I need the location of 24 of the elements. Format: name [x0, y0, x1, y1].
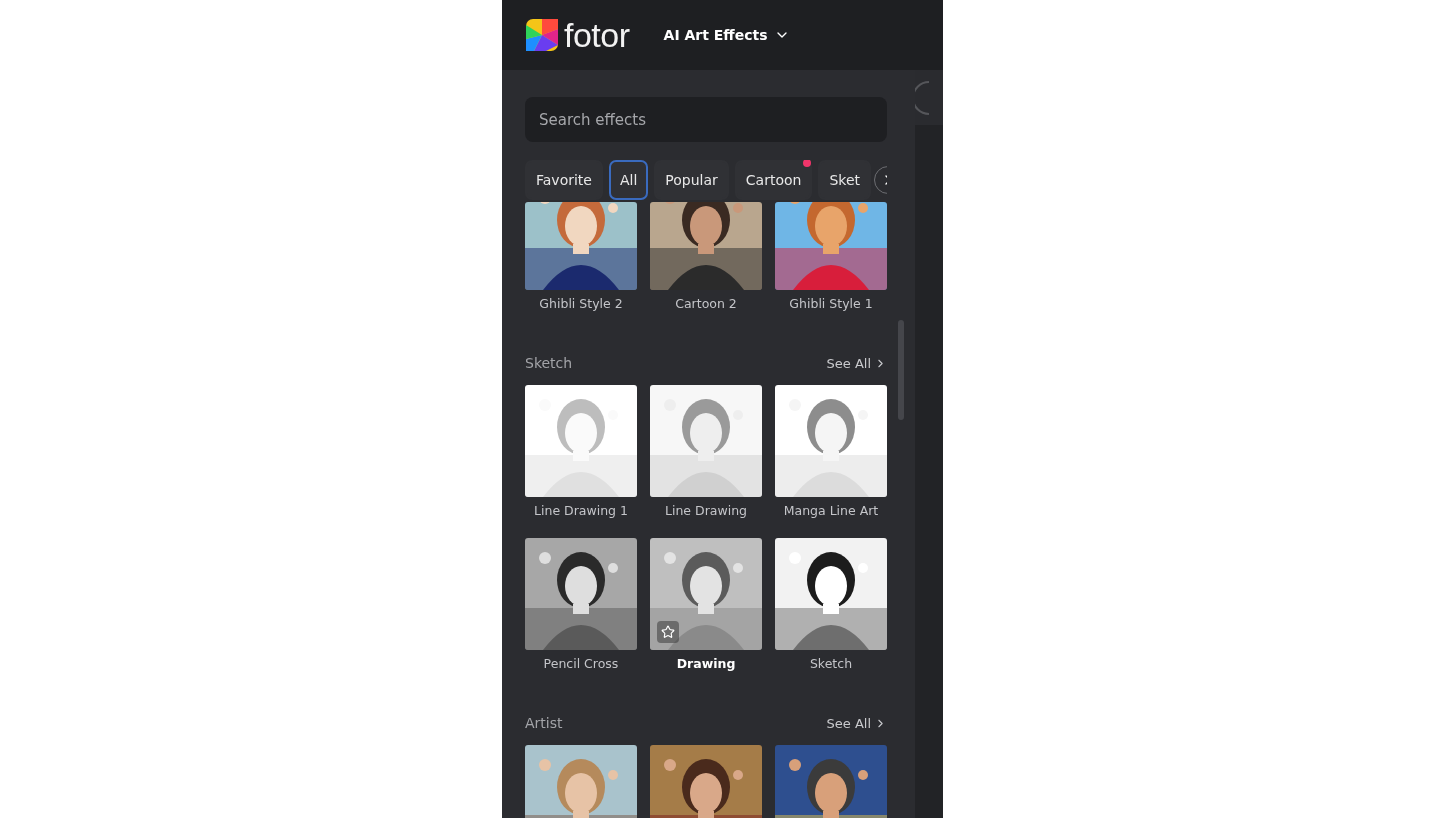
effect-label: Ghibli Style 2	[539, 296, 623, 311]
effect-label: Line Drawing	[665, 503, 747, 518]
section-title: Sketch	[525, 355, 573, 371]
circle-button-icon[interactable]	[915, 80, 929, 115]
see-all-link[interactable]: See All	[826, 355, 887, 371]
section-title: Artist	[525, 715, 563, 731]
effect-label: Line Drawing 1	[534, 503, 628, 518]
effect-label: Manga Line Art	[783, 503, 879, 518]
category-chip[interactable]: Cartoon	[734, 160, 813, 200]
see-all-link[interactable]: See All	[826, 715, 887, 731]
menu-dropdown[interactable]: AI Art Effects	[663, 27, 790, 43]
effect-label: Drawing	[676, 656, 736, 671]
effect-label: Sketch	[809, 656, 853, 671]
effect-label: Ghibli Style 1	[789, 296, 873, 311]
logo-text: fotor	[564, 15, 630, 55]
category-chip[interactable]: Favorite	[525, 160, 603, 200]
scrollbar-thumb[interactable]	[898, 320, 904, 420]
category-chip[interactable]: Sket	[818, 160, 872, 200]
category-chip[interactable]: All	[608, 160, 649, 200]
effect-label: Cartoon 2	[675, 296, 737, 311]
search-field[interactable]: Search effects	[525, 97, 887, 142]
logo-icon	[526, 19, 558, 51]
effect-label: Pencil Cross	[543, 656, 619, 671]
category-chip[interactable]: Popular	[654, 160, 729, 200]
